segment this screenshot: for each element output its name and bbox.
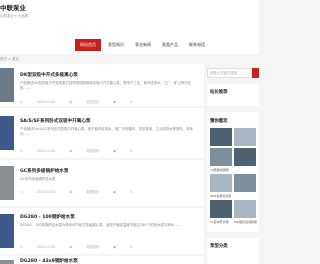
article-category[interactable]: 泵型知识	[86, 245, 99, 249]
product-thumb[interactable]	[210, 174, 232, 192]
article-thumbnail[interactable]	[0, 260, 14, 264]
article-card[interactable]: DG280 - 100钢炉给水泵 DG280 - 100型钢炉给水泵为单壳体节段…	[0, 208, 204, 254]
article-card[interactable]: SA/S/SF系列卧式双吸中开离心泵 产品概述SA/S/SC系列卧式双吸中开离心…	[0, 108, 204, 158]
recommend-block: 站长推荐	[207, 84, 259, 106]
clock-icon: ◷	[20, 190, 23, 194]
article-desc: 产品概述DK型双吸中开双壳泵式结构是按照单级双吸中开式离心泵，是用于工业、城市给…	[20, 81, 191, 90]
article-date: 2023-12-03	[36, 190, 56, 194]
article-meta: ◷ 2023-12-03 ▤ 泵型知识 ◉ 3	[20, 244, 146, 249]
article-category[interactable]: 泵型知识	[86, 190, 99, 194]
category-block: 泵型分类	[207, 238, 259, 264]
article-meta: ◷ 2023-12-03 ▤ 泵型知识 ◉ 3	[20, 189, 146, 194]
breadcrumb: 首页 > 泵业	[0, 57, 20, 61]
product-thumb[interactable]	[210, 128, 232, 146]
nav-item-knowledge[interactable]: 泵型知识	[104, 39, 128, 51]
article-title[interactable]: GC系列多级锅炉给水泵	[20, 168, 69, 174]
clock-icon: ◷	[20, 245, 23, 249]
article-desc: GC系列多级锅炉给水泵	[20, 177, 56, 181]
article-date: 2023-12-03	[36, 245, 56, 249]
folder-icon: ▤	[69, 190, 73, 194]
article-thumbnail[interactable]	[0, 214, 14, 248]
article-views: 3	[129, 245, 132, 249]
article-title[interactable]: SA/S/SF系列卧式双吸中开离心泵	[20, 118, 91, 124]
recommend-title: 站长推荐	[210, 90, 228, 95]
eye-icon: ◉	[113, 190, 116, 194]
nav-item-contact[interactable]: 联系电话	[185, 39, 209, 51]
article-views: 3	[129, 190, 132, 194]
site-subtitle: 中联泵业十大品牌	[0, 14, 28, 18]
article-meta: ◷ 2023-12-04 ▤ 泵型知识 ◉ 3	[20, 148, 146, 153]
article-views: 3	[129, 149, 132, 153]
nav-item-products[interactable]: 泵类产品	[158, 39, 182, 51]
nav-item-home[interactable]: 网站首页	[75, 39, 101, 51]
product-caption[interactable]: MQ型管道消防泵	[234, 220, 257, 224]
category-title: 泵型分类	[210, 244, 228, 249]
article-desc: 产品概述SA/S/SC系列卧式双吸中开离心泵，用于城市给排水、电厂冷却循环、农田…	[20, 127, 193, 136]
folder-icon: ▤	[69, 149, 73, 153]
product-thumb[interactable]	[210, 148, 232, 166]
eye-icon: ◉	[113, 149, 116, 153]
article-thumbnail[interactable]	[0, 68, 14, 102]
product-caption[interactable]: TC型中开式泵	[210, 220, 229, 224]
product-thumb[interactable]	[234, 128, 256, 146]
clock-icon: ◷	[20, 149, 23, 153]
clock-icon: ◷	[20, 100, 23, 104]
article-title[interactable]: DG280 - 100钢炉给水泵	[20, 214, 75, 220]
article-date: 2023-12-04	[36, 100, 56, 104]
nav-item-news[interactable]: 泵业新闻	[131, 39, 155, 51]
product-caption[interactable]: VDZ多级管道泵	[210, 194, 231, 198]
folder-icon: ▤	[69, 100, 73, 104]
article-card[interactable]: GC系列多级锅炉给水泵 GC系列多级锅炉给水泵 ◷ 2023-12-03 ▤ 泵型知识…	[0, 160, 204, 206]
search-button[interactable]	[252, 68, 259, 78]
folder-icon: ▤	[69, 245, 73, 249]
site-header: 中联泵业 中联泵业十大品牌	[0, 0, 259, 36]
main-nav: 网站首页 泵型知识 泵业新闻 泵类产品 联系电话	[0, 36, 259, 54]
article-date: 2023-12-04	[36, 149, 56, 153]
product-thumb[interactable]	[234, 200, 256, 218]
article-views: 4	[129, 100, 132, 104]
site-title[interactable]: 中联泵业	[0, 2, 26, 12]
article-card[interactable]: DK型双吸中开式多级离心泵 产品概述DK型双吸中开双壳泵式结构是按照单级双吸中开…	[0, 64, 204, 106]
eye-icon: ◉	[113, 100, 116, 104]
article-card[interactable]: DG280 - 43x9钢炉给水泵	[0, 256, 204, 264]
guess-like-title: 猜你喜欢	[210, 119, 228, 124]
product-thumb[interactable]	[210, 200, 232, 218]
product-caption[interactable]: YZ型玻璃钢泵	[210, 168, 229, 172]
guess-like-block: 猜你喜欢 YZ型玻璃钢泵 VDZ多级管道泵 TC型中开式泵 MQ型管道消防泵	[207, 112, 259, 232]
article-thumbnail[interactable]	[0, 116, 14, 150]
eye-icon: ◉	[113, 245, 116, 249]
article-category[interactable]: 泵型知识	[86, 149, 99, 153]
article-thumbnail[interactable]	[0, 166, 14, 200]
article-title[interactable]: DG280 - 43x9钢炉给水泵	[20, 258, 78, 264]
product-thumb[interactable]	[234, 148, 256, 166]
product-thumb[interactable]	[234, 174, 256, 192]
article-meta: ◷ 2023-12-04 ▤ 泵型知识 ◉ 4	[20, 99, 146, 104]
search-input[interactable]: 请输入关键字搜索	[207, 68, 252, 78]
article-category[interactable]: 泵型知识	[86, 100, 99, 104]
article-desc: DG280 - 100型钢炉给水泵为单壳体节段式多级离心泵，适用于输送温度不超过…	[20, 223, 181, 227]
article-title[interactable]: DK型双吸中开式多级离心泵	[20, 72, 78, 78]
